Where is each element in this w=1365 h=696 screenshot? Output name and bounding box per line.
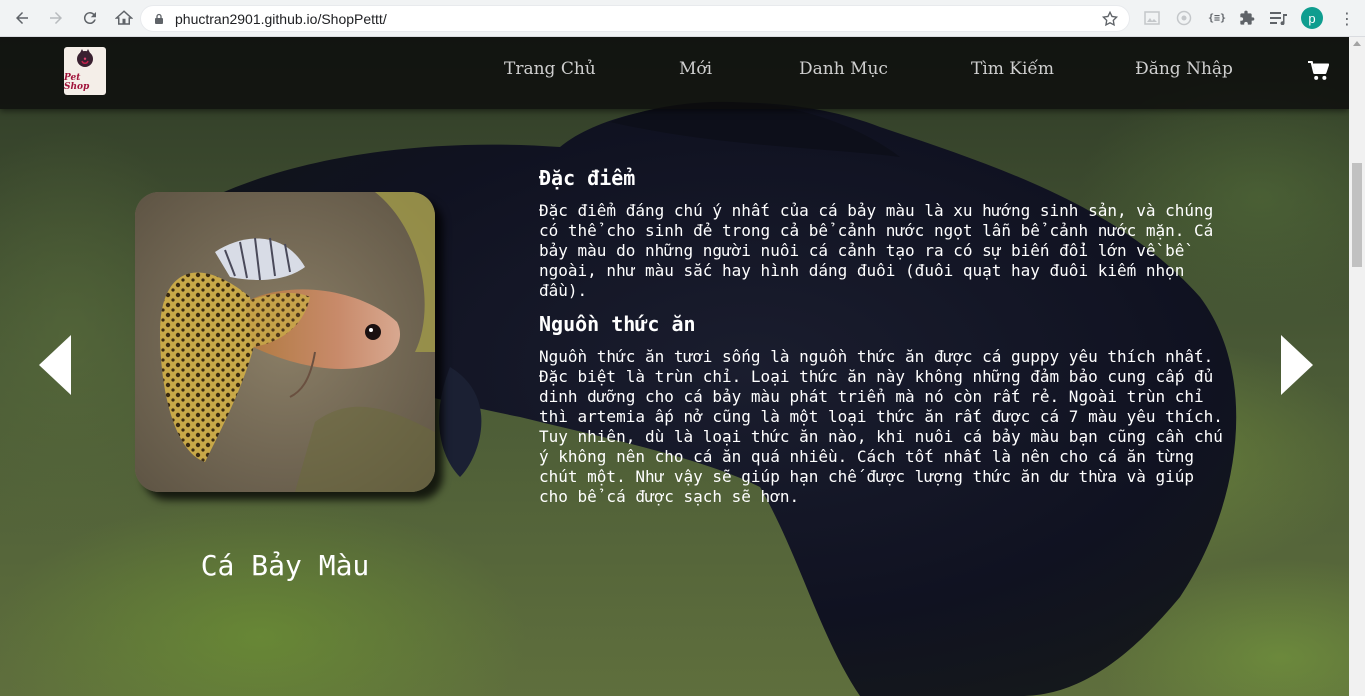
nav-new[interactable]: Mới (679, 59, 712, 79)
guppy-fish-illustration (135, 192, 435, 492)
playlist-icon[interactable] (1269, 8, 1289, 28)
scroll-up-arrow-icon[interactable] (1353, 41, 1361, 46)
reload-icon[interactable] (74, 2, 106, 34)
json-extension-icon[interactable]: {≡} (1205, 8, 1229, 28)
cart-icon[interactable] (1307, 61, 1329, 81)
puzzle-icon[interactable] (1237, 8, 1257, 28)
section-heading-food: Nguồn thức ăn (539, 312, 696, 336)
nav-login[interactable]: Đăng Nhập (1135, 59, 1233, 79)
bookmark-star-icon[interactable] (1101, 10, 1119, 28)
section-body-characteristics: Đặc điểm đáng chú ý nhất của cá bảy màu … (539, 201, 1214, 300)
pet-shop-logo[interactable]: Pet Shop (64, 47, 106, 95)
logo-text: Pet Shop (64, 73, 90, 92)
image-extension-icon[interactable] (1142, 8, 1162, 28)
lock-icon (155, 13, 163, 24)
site-header: Pet Shop Trang Chủ Mới Danh Mục Tìm Kiếm… (0, 37, 1349, 109)
next-slide-arrow-icon[interactable] (1277, 333, 1317, 397)
prev-slide-arrow-icon[interactable] (35, 333, 75, 397)
product-info: Đặc điểm Đặc điểm đáng chú ý nhất của cá… (539, 165, 1229, 517)
back-icon[interactable] (6, 2, 38, 34)
nav-search[interactable]: Tìm Kiếm (971, 59, 1054, 79)
circle-extension-icon[interactable] (1174, 8, 1194, 28)
nav-categories[interactable]: Danh Mục (799, 59, 888, 79)
address-bar[interactable]: phuctran2901.github.io/ShopPettt/ (140, 5, 1130, 32)
page-viewport: Pet Shop Trang Chủ Mới Danh Mục Tìm Kiếm… (0, 37, 1349, 696)
nav-home[interactable]: Trang Chủ (504, 59, 596, 79)
home-icon[interactable] (108, 2, 140, 34)
forward-icon[interactable] (40, 2, 72, 34)
browser-menu-icon[interactable]: ⋮ (1337, 8, 1357, 28)
product-image (135, 192, 435, 492)
pet-logo-icon (77, 49, 93, 67)
section-body-food: Nguồn thức ăn tươi sống là nguồn thức ăn… (539, 347, 1223, 506)
product-name: Cá Bảy Màu (200, 549, 370, 582)
browser-toolbar: phuctran2901.github.io/ShopPettt/ {≡} p … (0, 0, 1365, 37)
section-heading-characteristics: Đặc điểm (539, 166, 636, 190)
page-scrollbar[interactable] (1349, 37, 1365, 696)
url-text: phuctran2901.github.io/ShopPettt/ (175, 10, 387, 27)
profile-avatar[interactable]: p (1301, 7, 1323, 29)
scrollbar-thumb[interactable] (1352, 163, 1362, 267)
